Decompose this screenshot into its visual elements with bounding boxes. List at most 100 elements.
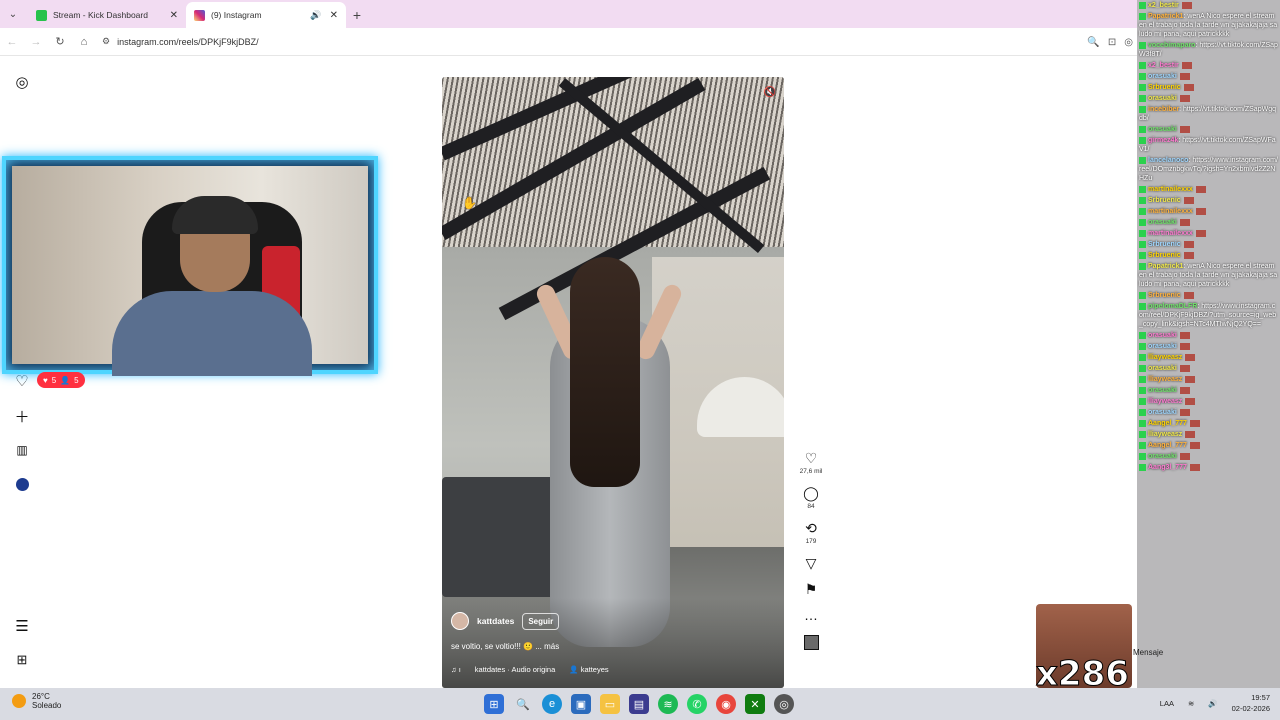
tab-instagram[interactable]: (9) Instagram 🔊 ✕ [186, 2, 346, 28]
app-icon[interactable]: ▤ [629, 694, 649, 714]
audio-thumbnail[interactable] [803, 635, 819, 650]
chat-username[interactable]: lancelanoco [1148, 157, 1188, 164]
chat-username[interactable]: Aangel_777 [1148, 442, 1187, 449]
close-tab-icon[interactable]: ✕ [330, 10, 338, 21]
subscriber-badge-icon [1139, 83, 1146, 91]
chat-username[interactable]: vocebimaparo [1148, 42, 1195, 49]
reel-caption[interactable]: se voltio, se voltio!!! 🙂 ... más [451, 642, 559, 651]
dashboard-icon[interactable]: ▥ [12, 440, 32, 460]
profile-avatar[interactable] [12, 474, 32, 494]
author-username[interactable]: kattdates [477, 616, 514, 626]
repost-action[interactable]: ⟲ 179 [805, 520, 817, 545]
create-plus-icon[interactable]: ＋ [12, 406, 32, 426]
more-menu-icon[interactable]: ☰ [12, 616, 32, 636]
chat-username[interactable]: orasuaki [1148, 126, 1177, 133]
hide-icon[interactable]: ◎ [1124, 37, 1133, 48]
author-avatar[interactable] [451, 612, 469, 630]
chat-username[interactable]: lliayweasz [1148, 431, 1182, 438]
chat-username[interactable]: Papatrick1 [1148, 263, 1183, 270]
home-icon[interactable]: ⌂ [72, 36, 96, 48]
chat-username[interactable]: x2_bestir [1148, 62, 1179, 69]
chat-username[interactable]: Papatrick1 [1148, 13, 1183, 20]
repost-icon[interactable]: ⟲ [805, 520, 817, 536]
comment-action[interactable]: ◯ 84 [803, 485, 819, 510]
back-icon[interactable]: ← [0, 36, 24, 48]
more-icon[interactable]: … [804, 607, 818, 623]
file-explorer-icon[interactable]: ▭ [600, 694, 620, 714]
chat-username[interactable]: Aangel_777 [1148, 420, 1187, 427]
chat-message: orasuaki [1137, 330, 1280, 341]
chat-username[interactable]: orasuaki [1148, 73, 1177, 80]
share-action[interactable]: ▽ [806, 555, 817, 571]
clock[interactable]: 19:57 02-02-2026 [1232, 692, 1270, 714]
forward-icon[interactable]: → [24, 36, 48, 48]
bookmark-icon[interactable]: ⚑ [805, 581, 818, 597]
tagged-user[interactable]: 👤 katteyes [569, 665, 608, 674]
start-icon[interactable]: ⊞ [484, 694, 504, 714]
chat-message: vocebimaparo: https://vt.tiktok.com/ZSap… [1139, 41, 1278, 58]
comment-icon[interactable]: ◯ [803, 485, 819, 501]
chat-message: orasuaki [1137, 451, 1280, 462]
share-icon[interactable]: ▽ [806, 555, 817, 571]
tab-search-chevron-icon[interactable]: ⌄ [0, 0, 26, 28]
whatsapp-icon[interactable]: ✆ [687, 694, 707, 714]
chat-username[interactable]: orasuaki [1148, 343, 1177, 350]
xbox-icon[interactable]: ✕ [745, 694, 765, 714]
chat-username[interactable]: orasuaki [1148, 332, 1177, 339]
follow-button[interactable]: Seguir [522, 612, 560, 630]
chat-username[interactable]: Aang3l_777 [1148, 464, 1187, 471]
language-indicator[interactable]: LAA [1160, 699, 1174, 708]
chat-username[interactable]: orasuaki [1148, 453, 1177, 460]
like-action[interactable]: ♡ 27,6 mil [800, 450, 823, 475]
also-from-meta-icon[interactable]: ⊞ [12, 650, 32, 670]
instagram-logo-icon[interactable]: ◎ [12, 72, 32, 92]
chat-username[interactable]: x2_bestir [1148, 2, 1179, 9]
new-tab-button[interactable]: + [346, 2, 368, 28]
chat-username[interactable]: martinailexxx [1148, 208, 1193, 215]
chat-username[interactable]: orasuaki [1148, 95, 1177, 102]
chat-username[interactable]: lliayweasz [1148, 398, 1182, 405]
chrome-icon[interactable]: ◉ [716, 694, 736, 714]
chat-username[interactable]: lliayweasz [1148, 376, 1182, 383]
chat-username[interactable]: Srbruenic [1148, 197, 1181, 204]
chat-username[interactable]: Srbruenic [1148, 84, 1181, 91]
close-tab-icon[interactable]: ✕ [170, 10, 178, 21]
chat-username[interactable]: orasuaki [1148, 387, 1177, 394]
speaker-icon[interactable]: 🔊 [310, 10, 321, 21]
chat-username[interactable]: pipelomaDLFR [1148, 303, 1197, 310]
chat-username[interactable]: Srbruenic [1148, 252, 1181, 259]
site-info-icon[interactable]: ⚙ [102, 36, 110, 47]
search-icon[interactable]: 🔍 [513, 694, 533, 714]
reload-icon[interactable]: ↻ [48, 35, 72, 48]
weather-widget[interactable]: 26°C Soleado [12, 692, 61, 710]
heart-icon[interactable]: ♡ [805, 450, 818, 466]
chat-username[interactable]: orasuaki [1148, 219, 1177, 226]
wifi-icon[interactable]: ≋ [1188, 699, 1194, 708]
volume-icon[interactable]: 🔊 [1208, 699, 1217, 708]
chat-username[interactable]: Srbruenic [1148, 241, 1181, 248]
mute-icon[interactable]: 🔇 [764, 87, 776, 98]
more-action[interactable]: … [804, 607, 818, 623]
tab-kick-dashboard[interactable]: Stream - Kick Dashboard ✕ [28, 2, 186, 28]
zoom-icon[interactable]: 🔍 [1087, 37, 1099, 48]
chat-username[interactable]: incebiber [1148, 106, 1179, 113]
chat-username[interactable]: martinailexxx [1148, 186, 1193, 193]
store-icon[interactable]: ▣ [571, 694, 591, 714]
notifications-heart-icon[interactable]: ♡ [12, 371, 32, 391]
chat-username[interactable]: Srbruenic [1148, 292, 1181, 299]
reel-video[interactable]: 🔇 kattdates Seguir se voltio, se voltio!… [442, 77, 784, 688]
chat-username[interactable]: girmez4k [1148, 137, 1178, 144]
spotify-icon[interactable]: ≋ [658, 694, 678, 714]
save-action[interactable]: ⚑ [805, 581, 818, 597]
chat-message: Aangel_777 [1137, 418, 1280, 429]
obs-icon[interactable]: ◎ [774, 694, 794, 714]
chat-username[interactable]: martinailexxx [1148, 230, 1193, 237]
chat-username[interactable]: orasuaki [1148, 365, 1177, 372]
music-note-icon[interactable]: ♫ ı [451, 665, 461, 674]
chat-username[interactable]: lliayweasz [1148, 354, 1182, 361]
url-field[interactable]: ⚙ instagram.com/reels/DPKjF9kjDBZ/ [102, 36, 259, 47]
audio-label[interactable]: kattdates · Audio origina [475, 665, 555, 674]
edge-icon[interactable]: e [542, 694, 562, 714]
install-app-icon[interactable]: ⊡ [1108, 37, 1116, 48]
chat-username[interactable]: orasuaki [1148, 409, 1177, 416]
